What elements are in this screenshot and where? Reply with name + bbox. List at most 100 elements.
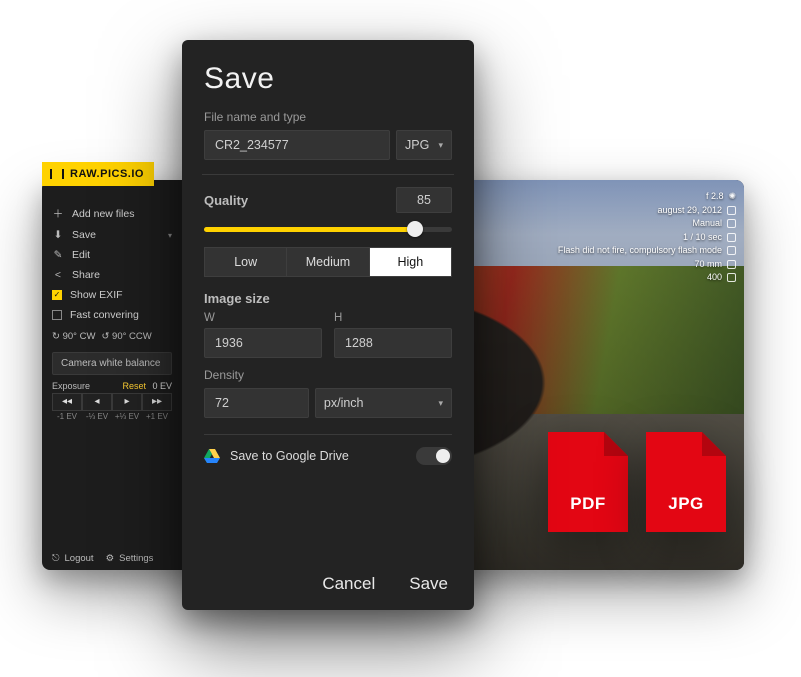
logout-icon: ⎋: [52, 553, 60, 564]
sidebar-item-fast-converting[interactable]: Fast convering: [42, 305, 182, 325]
film-icon: [50, 169, 64, 179]
sidebar-item-share[interactable]: < Share: [42, 265, 182, 285]
height-label: H: [334, 312, 452, 324]
exif-focal: 70 mm: [694, 258, 722, 272]
rotate-controls: ↻ 90° CW ↺ 90° CCW: [42, 325, 182, 348]
width-input[interactable]: 1936: [204, 328, 322, 358]
gear-icon: ⚙: [106, 553, 115, 564]
ev-minus-1[interactable]: ◂◂: [52, 393, 82, 411]
brand-text: RAW.PICS.IO: [70, 168, 144, 180]
download-icon: ⬇: [52, 229, 64, 241]
exif-aperture: f 2.8: [706, 190, 724, 204]
share-icon: <: [52, 269, 64, 281]
exposure-reset-button[interactable]: Reset: [122, 381, 146, 391]
file-badge-jpg: JPG: [646, 432, 726, 532]
chevron-down-icon: ▾: [438, 140, 443, 151]
format-value: JPG: [405, 138, 429, 152]
brand-logo[interactable]: RAW.PICS.IO: [42, 162, 154, 186]
shutter-icon: [727, 233, 736, 242]
ev-label: -1 EV: [52, 412, 82, 421]
sidebar: RAW.PICS.IO ＋ Add new files ⬇ Save ▾ ✎ E…: [42, 180, 182, 570]
quality-preset-segmented: Low Medium High: [204, 247, 452, 277]
format-select[interactable]: JPG ▾: [396, 130, 452, 160]
settings-label: Settings: [119, 553, 153, 564]
quality-high-button[interactable]: High: [370, 247, 452, 277]
save-to-gdrive-row: Save to Google Drive: [204, 434, 452, 465]
pencil-icon: ✎: [52, 249, 64, 261]
exposure-label: Exposure: [52, 381, 90, 391]
ev-label: -⅓ EV: [82, 412, 112, 421]
quality-label: Quality: [204, 193, 248, 208]
quality-low-button[interactable]: Low: [204, 247, 287, 277]
ev-label: +1 EV: [142, 412, 172, 421]
dialog-title: Save: [204, 62, 452, 96]
sidebar-item-label: Add new files: [72, 208, 134, 220]
rotate-cw-button[interactable]: ↻ 90° CW: [52, 331, 95, 342]
logout-label: Logout: [65, 553, 94, 564]
sidebar-footer: ⎋ Logout ⚙ Settings: [42, 553, 182, 564]
plus-icon: ＋: [52, 206, 64, 221]
exif-flash: Flash did not fire, compulsory flash mod…: [558, 244, 722, 258]
exif-date: august 29, 2012: [657, 204, 722, 218]
width-label: W: [204, 312, 322, 324]
white-balance-select[interactable]: Camera white balance: [52, 352, 172, 375]
divider: [202, 174, 454, 175]
imagesize-label: Image size: [204, 291, 452, 306]
exposure-header: Exposure Reset 0 EV: [42, 381, 182, 393]
sidebar-menu: ＋ Add new files ⬇ Save ▾ ✎ Edit < Share: [42, 202, 182, 325]
slider-thumb[interactable]: [407, 221, 423, 237]
calendar-icon: [727, 206, 736, 215]
sidebar-item-label: Fast convering: [70, 309, 139, 321]
quality-slider[interactable]: [204, 219, 452, 239]
aperture-icon: ✺: [728, 190, 736, 204]
focal-icon: [727, 260, 736, 269]
density-unit-select[interactable]: px/inch ▾: [315, 388, 452, 418]
ev-plus-1[interactable]: ▸▸: [142, 393, 172, 411]
sidebar-item-label: Share: [72, 269, 100, 281]
rotate-ccw-button[interactable]: ↺ 90° CCW: [101, 331, 151, 342]
height-input[interactable]: 1288: [334, 328, 452, 358]
gdrive-toggle[interactable]: [416, 447, 452, 465]
file-badge-label: JPG: [646, 494, 726, 514]
exif-shutter: 1 / 10 sec: [683, 231, 722, 245]
exposure-steppers: ◂◂ ◂ ▸ ▸▸: [42, 393, 182, 411]
sidebar-item-label: Save: [72, 229, 96, 241]
sidebar-item-label: Show EXIF: [70, 289, 123, 301]
exif-iso: 400: [707, 271, 722, 285]
mode-icon: [727, 219, 736, 228]
exif-overlay: f 2.8 ✺ august 29, 2012 Manual 1 / 10 sec…: [558, 190, 736, 285]
checkbox-on-icon: ✓: [52, 290, 62, 300]
dialog-actions: Cancel Save: [182, 574, 474, 594]
density-unit-value: px/inch: [324, 396, 364, 410]
slider-fill: [204, 227, 415, 232]
ev-label: +⅓ EV: [112, 412, 142, 421]
settings-button[interactable]: ⚙ Settings: [106, 553, 154, 564]
sidebar-item-save[interactable]: ⬇ Save ▾: [42, 225, 182, 245]
density-label: Density: [204, 368, 452, 382]
save-button[interactable]: Save: [409, 574, 448, 594]
file-badge-label: PDF: [548, 494, 628, 514]
google-drive-icon: [204, 449, 220, 463]
flash-icon: [727, 246, 736, 255]
quality-medium-button[interactable]: Medium: [287, 247, 369, 277]
ev-plus-third[interactable]: ▸: [112, 393, 142, 411]
ev-minus-third[interactable]: ◂: [82, 393, 112, 411]
checkbox-off-icon: [52, 310, 62, 320]
filename-label: File name and type: [204, 110, 452, 124]
file-badge-pdf: PDF: [548, 432, 628, 532]
cancel-button[interactable]: Cancel: [322, 574, 375, 594]
sidebar-item-add[interactable]: ＋ Add new files: [42, 202, 182, 225]
sidebar-item-edit[interactable]: ✎ Edit: [42, 245, 182, 265]
sidebar-item-label: Edit: [72, 249, 90, 261]
gdrive-label: Save to Google Drive: [230, 449, 349, 463]
exposure-value: 0 EV: [152, 381, 172, 391]
sidebar-item-show-exif[interactable]: ✓ Show EXIF: [42, 285, 182, 305]
density-input[interactable]: 72: [204, 388, 309, 418]
iso-icon: [727, 273, 736, 282]
exif-mode: Manual: [692, 217, 722, 231]
chevron-down-icon: ▾: [438, 398, 443, 409]
filename-input[interactable]: CR2_234577: [204, 130, 390, 160]
logout-button[interactable]: ⎋ Logout: [52, 553, 94, 564]
exposure-step-labels: -1 EV -⅓ EV +⅓ EV +1 EV: [42, 411, 182, 421]
quality-value[interactable]: 85: [396, 187, 452, 213]
